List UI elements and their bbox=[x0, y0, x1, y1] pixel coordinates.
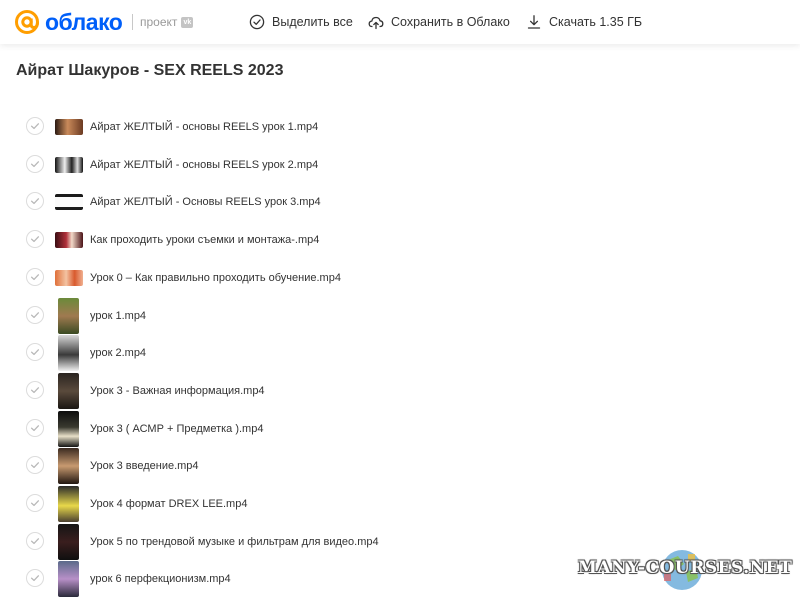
file-name[interactable]: Айрат ЖЕЛТЫЙ - основы REELS урок 2.mp4 bbox=[90, 158, 318, 172]
file-checkbox[interactable] bbox=[26, 155, 44, 173]
file-row[interactable]: Айрат ЖЕЛТЫЙ - основы REELS урок 1.mp4 bbox=[0, 109, 800, 145]
file-name[interactable]: Урок 3 - Важная информация.mp4 bbox=[90, 384, 265, 398]
checkmark-icon bbox=[30, 349, 40, 356]
video-thumbnail bbox=[58, 335, 79, 371]
file-checkbox[interactable] bbox=[26, 117, 44, 135]
download-icon bbox=[527, 15, 541, 29]
checkmark-icon bbox=[30, 274, 40, 281]
file-checkbox[interactable] bbox=[26, 306, 44, 324]
checkmark-icon bbox=[30, 161, 40, 168]
download-label: Скачать 1.35 ГБ bbox=[549, 15, 643, 29]
file-row[interactable]: Урок 4 формат DREX LEE.mp4 bbox=[0, 486, 800, 522]
video-thumbnail bbox=[55, 232, 83, 248]
file-row[interactable]: Айрат ЖЕЛТЫЙ - основы REELS урок 2.mp4 bbox=[0, 147, 800, 183]
checkmark-icon bbox=[30, 123, 40, 130]
file-row[interactable]: урок 2.mp4 bbox=[0, 335, 800, 371]
file-checkbox[interactable] bbox=[26, 192, 44, 210]
video-thumbnail bbox=[58, 298, 79, 334]
cloud-upload-icon bbox=[368, 16, 384, 30]
project-text: проект bbox=[140, 15, 178, 29]
file-name[interactable]: урок 6 перфекционизм.mp4 bbox=[90, 572, 231, 586]
file-checkbox[interactable] bbox=[26, 494, 44, 512]
checkmark-icon bbox=[30, 236, 40, 243]
cloud-logo[interactable]: облако bbox=[14, 9, 123, 35]
video-thumbnail bbox=[55, 270, 83, 286]
file-row[interactable]: Как проходить уроки съемки и монтажа-.mp… bbox=[0, 222, 800, 258]
folder-title: Айрат Шакуров - SEX REELS 2023 bbox=[16, 62, 284, 79]
video-thumbnail bbox=[58, 486, 79, 522]
video-thumbnail bbox=[55, 119, 83, 135]
file-row[interactable]: Урок 0 – Как правильно проходить обучени… bbox=[0, 260, 800, 296]
file-row[interactable]: Айрат ЖЕЛТЫЙ - Основы REELS урок 3.mp4 bbox=[0, 184, 800, 220]
file-checkbox[interactable] bbox=[26, 343, 44, 361]
file-checkbox[interactable] bbox=[26, 230, 44, 248]
file-name[interactable]: Урок 3 ( АСМР + Предметка ).mp4 bbox=[90, 422, 263, 436]
watermark: MANY-COURSES.NET bbox=[578, 546, 792, 590]
file-name[interactable]: урок 2.mp4 bbox=[90, 346, 146, 360]
file-row[interactable]: Урок 3 введение.mp4 bbox=[0, 448, 800, 484]
file-checkbox[interactable] bbox=[26, 456, 44, 474]
file-name[interactable]: Айрат ЖЕЛТЫЙ - основы REELS урок 1.mp4 bbox=[90, 120, 318, 134]
logo-divider bbox=[132, 14, 133, 30]
vk-icon: vk bbox=[181, 16, 194, 28]
download-button[interactable]: Скачать 1.35 ГБ bbox=[526, 13, 642, 31]
file-name[interactable]: Урок 0 – Как правильно проходить обучени… bbox=[90, 271, 341, 285]
select-all-label: Выделить все bbox=[272, 15, 353, 29]
checkmark-icon bbox=[30, 500, 40, 507]
video-thumbnail bbox=[58, 524, 79, 560]
file-name[interactable]: Как проходить уроки съемки и монтажа-.mp… bbox=[90, 233, 319, 247]
file-checkbox[interactable] bbox=[26, 569, 44, 587]
checkmark-icon bbox=[30, 538, 40, 545]
checkmark-icon bbox=[30, 425, 40, 432]
video-thumbnail bbox=[58, 448, 79, 484]
save-to-cloud-label: Сохранить в Облако bbox=[391, 15, 510, 29]
check-circle-icon bbox=[249, 14, 265, 30]
file-name[interactable]: Урок 3 введение.mp4 bbox=[90, 459, 199, 473]
file-checkbox[interactable] bbox=[26, 532, 44, 550]
file-name[interactable]: Айрат ЖЕЛТЫЙ - Основы REELS урок 3.mp4 bbox=[90, 195, 321, 209]
video-thumbnail bbox=[58, 373, 79, 409]
checkmark-icon bbox=[30, 387, 40, 394]
checkmark-icon bbox=[30, 312, 40, 319]
top-bar: облако проект vk Выделить все Сохранить … bbox=[0, 0, 800, 44]
watermark-text: MANY-COURSES.NET bbox=[578, 558, 793, 578]
select-all-button[interactable]: Выделить все bbox=[249, 13, 353, 31]
file-name[interactable]: урок 1.mp4 bbox=[90, 309, 146, 323]
file-row[interactable]: урок 1.mp4 bbox=[0, 298, 800, 334]
video-thumbnail bbox=[58, 411, 79, 447]
file-checkbox[interactable] bbox=[26, 381, 44, 399]
video-thumbnail bbox=[55, 157, 83, 173]
file-checkbox[interactable] bbox=[26, 268, 44, 286]
at-sign-logo-icon bbox=[15, 10, 39, 34]
checkmark-icon bbox=[30, 575, 40, 582]
project-label: проект vk bbox=[140, 15, 194, 29]
file-row[interactable]: Урок 3 - Важная информация.mp4 bbox=[0, 373, 800, 409]
file-row[interactable]: Урок 3 ( АСМР + Предметка ).mp4 bbox=[0, 411, 800, 447]
file-checkbox[interactable] bbox=[26, 419, 44, 437]
logo-text: облако bbox=[45, 9, 123, 35]
save-to-cloud-button[interactable]: Сохранить в Облако bbox=[368, 13, 510, 31]
video-thumbnail bbox=[55, 194, 83, 210]
file-name[interactable]: Урок 4 формат DREX LEE.mp4 bbox=[90, 497, 247, 511]
checkmark-icon bbox=[30, 462, 40, 469]
file-name[interactable]: Урок 5 по трендовой музыке и фильтрам дл… bbox=[90, 535, 379, 549]
checkmark-icon bbox=[30, 198, 40, 205]
video-thumbnail bbox=[58, 561, 79, 597]
